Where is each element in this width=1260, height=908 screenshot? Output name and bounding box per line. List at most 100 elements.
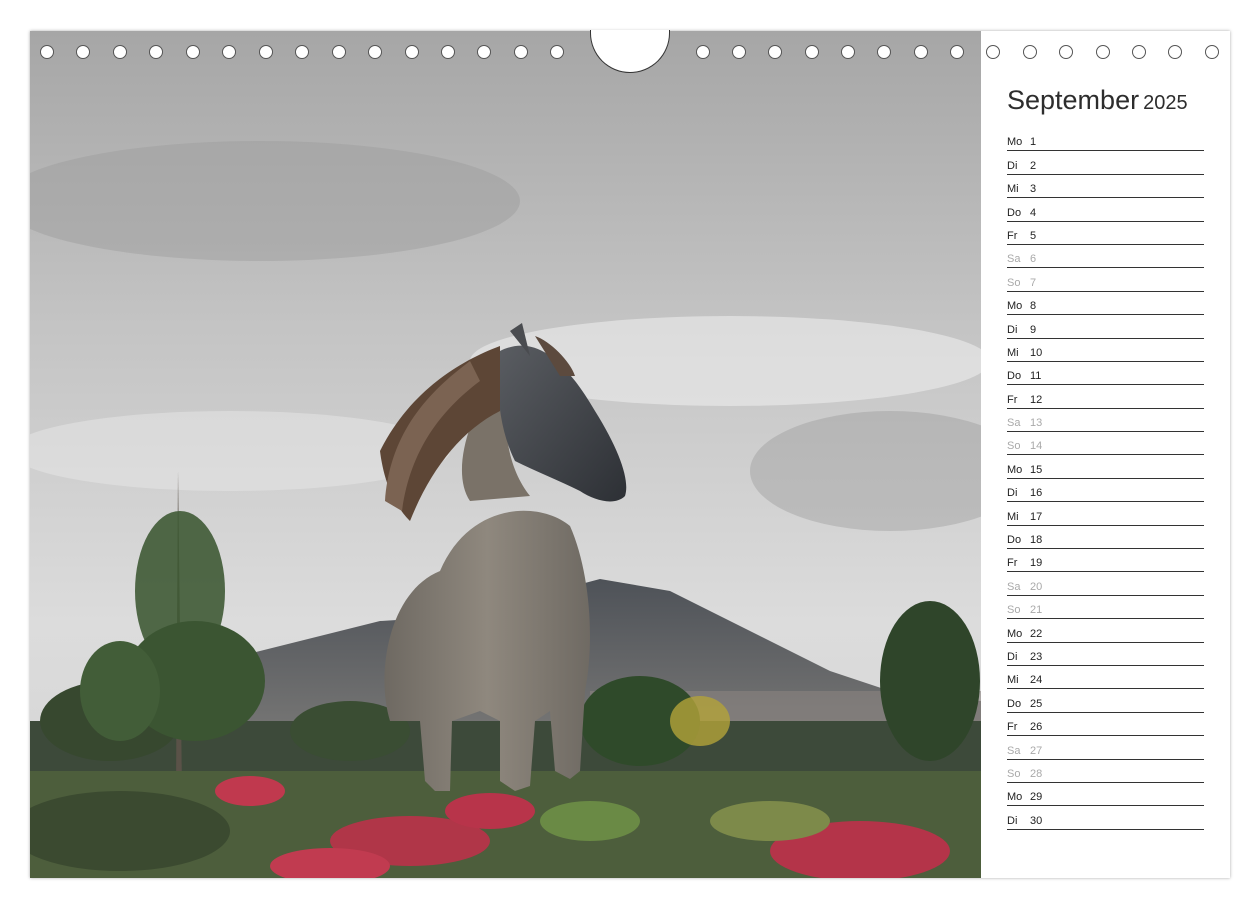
binding-ring: [914, 45, 928, 59]
binding-ring: [149, 45, 163, 59]
binding-ring: [550, 45, 564, 59]
weekday-label: Di: [1007, 487, 1018, 500]
weekday-label: Mo: [1007, 791, 1023, 804]
binding-ring: [805, 45, 819, 59]
day-row: Fr 5: [1007, 222, 1204, 245]
weekday-label: So: [1007, 276, 1021, 289]
weekday-label: Mi: [1007, 346, 1019, 359]
date-number: 28: [1030, 767, 1043, 780]
date-number: 5: [1030, 229, 1037, 242]
date-number: 24: [1030, 674, 1043, 687]
weekday-label: So: [1007, 767, 1021, 780]
date-number: 18: [1030, 534, 1043, 547]
horse-photo: [30, 31, 981, 878]
weekday-label: Fr: [1007, 229, 1018, 242]
date-number: 16: [1030, 487, 1043, 500]
day-row: Mi 17: [1007, 502, 1204, 526]
day-row: Di 9: [1007, 315, 1204, 339]
day-row: So 21: [1007, 596, 1204, 620]
date-number: 10: [1030, 346, 1043, 359]
calendar-page: September 2025 Mo 1 Di 2 Mi 3 Do 4 Fr 5 Sa 6 So 7 Mo 8 Di…: [30, 30, 1230, 878]
day-row: Fr 26: [1007, 713, 1204, 737]
date-number: 1: [1030, 136, 1037, 149]
day-row: So 14: [1007, 432, 1204, 456]
date-number: 30: [1030, 814, 1043, 827]
day-row: Do 4: [1007, 198, 1204, 222]
day-row: Do 25: [1007, 689, 1204, 713]
day-row: Mo 1: [1007, 128, 1204, 152]
binding-ring: [696, 45, 710, 59]
binding-ring: [950, 45, 964, 59]
binding-ring: [477, 45, 491, 59]
date-number: 4: [1030, 206, 1037, 219]
date-number: 15: [1030, 463, 1043, 476]
day-row: Di 30: [1007, 806, 1204, 830]
weekday-label: Di: [1007, 814, 1018, 827]
weekday-label: Mo: [1007, 300, 1023, 313]
date-number: 21: [1030, 604, 1043, 617]
weekday-label: Fr: [1007, 721, 1018, 734]
binding-ring: [768, 45, 782, 59]
day-row: Mi 24: [1007, 666, 1204, 690]
weekday-label: Sa: [1007, 580, 1021, 593]
weekday-label: Mi: [1007, 183, 1019, 196]
weekday-label: Sa: [1007, 417, 1021, 430]
date-number: 17: [1030, 510, 1043, 523]
day-row: Sa 20: [1007, 572, 1204, 596]
weekday-label: Fr: [1007, 557, 1018, 570]
day-row: Mo 15: [1007, 455, 1204, 479]
date-number: 29: [1030, 791, 1043, 804]
date-number: 26: [1030, 721, 1043, 734]
weekday-label: Mo: [1007, 627, 1023, 640]
date-number: 27: [1030, 744, 1043, 757]
binding-ring: [841, 45, 855, 59]
binding-ring: [186, 45, 200, 59]
date-number: 3: [1030, 183, 1037, 196]
weekday-label: Sa: [1007, 253, 1021, 266]
day-row: So 7: [1007, 268, 1204, 292]
weekday-label: So: [1007, 440, 1021, 453]
date-number: 13: [1030, 417, 1043, 430]
weekday-label: Di: [1007, 323, 1018, 336]
binding-ring: [295, 45, 309, 59]
binding-ring: [259, 45, 273, 59]
weekday-label: Mi: [1007, 674, 1019, 687]
date-number: 22: [1030, 627, 1043, 640]
day-row: Di 16: [1007, 479, 1204, 503]
day-row: Di 23: [1007, 643, 1204, 666]
weekday-label: Do: [1007, 370, 1022, 383]
month-name: September: [1007, 85, 1140, 115]
binding-ring: [368, 45, 382, 59]
day-row: Sa 27: [1007, 736, 1204, 760]
binding-ring: [514, 45, 528, 59]
binding-ring: [877, 45, 891, 59]
day-row: Mi 3: [1007, 175, 1204, 199]
date-number: 20: [1030, 580, 1043, 593]
day-row: Sa 6: [1007, 245, 1204, 269]
date-number: 23: [1030, 650, 1043, 663]
date-number: 19: [1030, 557, 1043, 570]
binding-ring: [40, 45, 54, 59]
binding-ring: [732, 45, 746, 59]
day-row: Fr 19: [1007, 549, 1204, 573]
hanger-notch: [590, 30, 670, 73]
binding-ring: [441, 45, 455, 59]
weekday-label: Do: [1007, 206, 1022, 219]
day-row: Fr 12: [1007, 385, 1204, 409]
weekday-label: Do: [1007, 534, 1022, 547]
day-row: Mo 8: [1007, 292, 1204, 316]
day-row: Do 18: [1007, 526, 1204, 550]
binding-ring: [113, 45, 127, 59]
binding-ring: [405, 45, 419, 59]
date-number: 12: [1030, 393, 1043, 406]
day-row: So 28: [1007, 760, 1204, 783]
date-number: 14: [1030, 440, 1043, 453]
weekday-label: Mo: [1007, 136, 1023, 149]
date-number: 2: [1030, 159, 1037, 172]
date-number: 8: [1030, 300, 1037, 313]
weekday-label: Sa: [1007, 744, 1021, 757]
day-row: Di 2: [1007, 151, 1204, 175]
day-row: Do 11: [1007, 362, 1204, 386]
binding-ring: [332, 45, 346, 59]
date-number: 7: [1030, 276, 1037, 289]
